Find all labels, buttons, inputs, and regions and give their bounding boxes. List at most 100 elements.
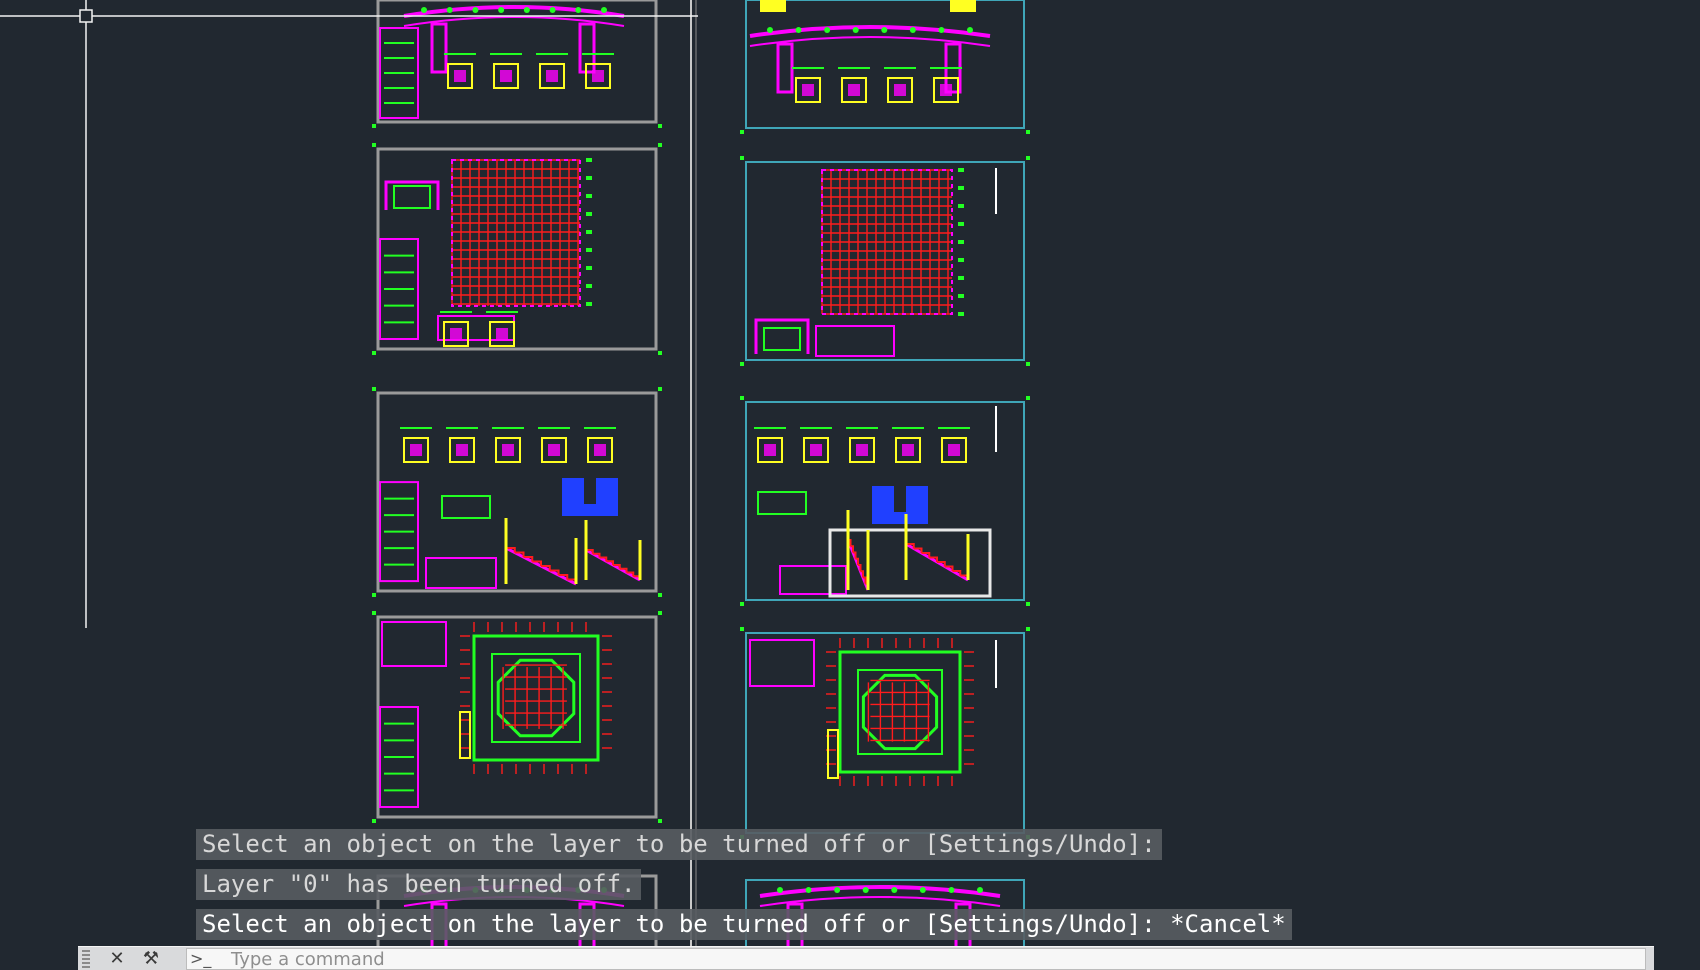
dimension-tick bbox=[958, 222, 964, 226]
frame-corner bbox=[372, 124, 376, 128]
frame-corner bbox=[372, 819, 376, 823]
detail-core bbox=[546, 70, 558, 82]
detail-core bbox=[454, 70, 466, 82]
dimension-tick bbox=[586, 194, 592, 198]
sheet-left-3-content bbox=[400, 427, 642, 589]
frame-corner bbox=[658, 351, 662, 355]
sheet-right-4 bbox=[740, 627, 1030, 839]
dimension-tick bbox=[586, 266, 592, 270]
detail-core bbox=[810, 444, 822, 456]
node-marker bbox=[834, 887, 841, 893]
sheet-left-4-content bbox=[381, 621, 612, 774]
frame-corner bbox=[658, 124, 662, 128]
frame-corner bbox=[740, 130, 744, 134]
frame-corner bbox=[658, 819, 662, 823]
frame-corner bbox=[1026, 156, 1030, 160]
detail-core bbox=[456, 444, 468, 456]
detail-strip bbox=[815, 325, 895, 357]
sheet-right-4-content bbox=[749, 638, 997, 786]
dimension-tick bbox=[586, 158, 592, 162]
detail-table bbox=[749, 639, 815, 687]
frame-corner bbox=[658, 611, 662, 615]
grip-handle-icon[interactable] bbox=[82, 950, 90, 968]
detail-table bbox=[381, 621, 447, 667]
command-history-line-1: Select an object on the layer to be turn… bbox=[196, 829, 1162, 860]
detail-core bbox=[592, 70, 604, 82]
dimension-tick bbox=[958, 294, 964, 298]
frame-corner bbox=[1026, 130, 1030, 134]
elevation-marker bbox=[827, 729, 839, 779]
sheet-left-4 bbox=[372, 611, 662, 823]
gateway-detail bbox=[393, 185, 431, 209]
frame-corner bbox=[372, 593, 376, 597]
bridge-deck bbox=[749, 25, 991, 38]
node-marker bbox=[472, 7, 479, 13]
node-marker bbox=[919, 887, 926, 893]
node-marker bbox=[421, 7, 427, 13]
frame-corner bbox=[1026, 627, 1030, 631]
dimension-tick bbox=[586, 284, 592, 288]
node-marker bbox=[977, 887, 983, 893]
dimension-tick bbox=[586, 176, 592, 180]
grid-boundary bbox=[451, 159, 581, 307]
detail-core bbox=[496, 328, 508, 340]
sheet-frame bbox=[745, 0, 1025, 129]
dimension-tick bbox=[586, 248, 592, 252]
detail-block bbox=[950, 0, 976, 12]
frame-corner bbox=[740, 156, 744, 160]
detail-core bbox=[848, 84, 860, 96]
detail-core bbox=[948, 444, 960, 456]
frame-corner bbox=[740, 362, 744, 366]
node-marker bbox=[881, 27, 888, 33]
node-marker bbox=[498, 7, 505, 13]
node-marker bbox=[852, 27, 859, 33]
frame-corner bbox=[372, 387, 376, 391]
close-icon[interactable]: ✕ bbox=[106, 949, 128, 969]
bridge-pier bbox=[776, 42, 794, 94]
bridge-deck bbox=[759, 885, 1001, 898]
detail-core bbox=[940, 84, 952, 96]
node-marker bbox=[575, 7, 582, 13]
detail-core bbox=[450, 328, 462, 340]
frame-corner bbox=[372, 143, 376, 147]
frame-corner bbox=[658, 593, 662, 597]
dimension-tick bbox=[586, 212, 592, 216]
column-base bbox=[872, 512, 928, 524]
sheet-frame bbox=[376, 0, 658, 124]
dimension-tick bbox=[586, 302, 592, 306]
section-detail bbox=[757, 491, 807, 515]
detail-core bbox=[594, 444, 606, 456]
frame-corner bbox=[1026, 396, 1030, 400]
node-marker bbox=[523, 7, 530, 13]
floor-plan-inner bbox=[491, 653, 581, 743]
crosshair-cursor bbox=[0, 0, 698, 628]
command-input[interactable]: Type a command bbox=[186, 948, 1646, 970]
sheet-frame bbox=[376, 615, 658, 819]
detail-table bbox=[425, 557, 497, 589]
sheet-left-1-content bbox=[403, 5, 625, 89]
frame-corner bbox=[740, 396, 744, 400]
frame-corner bbox=[740, 602, 744, 606]
drawing-canvas[interactable]: Select an object on the layer to be turn… bbox=[0, 0, 1700, 970]
sheet-frame bbox=[376, 147, 658, 351]
selection-window bbox=[828, 528, 992, 598]
node-marker bbox=[948, 887, 955, 893]
bridge-pier bbox=[430, 22, 448, 74]
pickbox bbox=[79, 9, 93, 23]
section-detail bbox=[441, 495, 491, 519]
detail-core bbox=[500, 70, 512, 82]
node-marker bbox=[795, 27, 802, 33]
wrench-icon[interactable]: ⚒ bbox=[140, 949, 162, 969]
node-marker bbox=[549, 7, 556, 13]
detail-core bbox=[802, 84, 814, 96]
command-history-line-3: Select an object on the layer to be turn… bbox=[196, 909, 1292, 940]
dimension-tick bbox=[958, 168, 964, 172]
model-space-drawing[interactable] bbox=[0, 0, 1700, 970]
detail-table bbox=[779, 565, 847, 595]
node-marker bbox=[767, 27, 773, 33]
sheet-frame bbox=[745, 632, 1025, 834]
node-marker bbox=[824, 27, 831, 33]
frame-corner bbox=[658, 143, 662, 147]
dimension-tick bbox=[958, 312, 964, 316]
detail-core bbox=[894, 84, 906, 96]
